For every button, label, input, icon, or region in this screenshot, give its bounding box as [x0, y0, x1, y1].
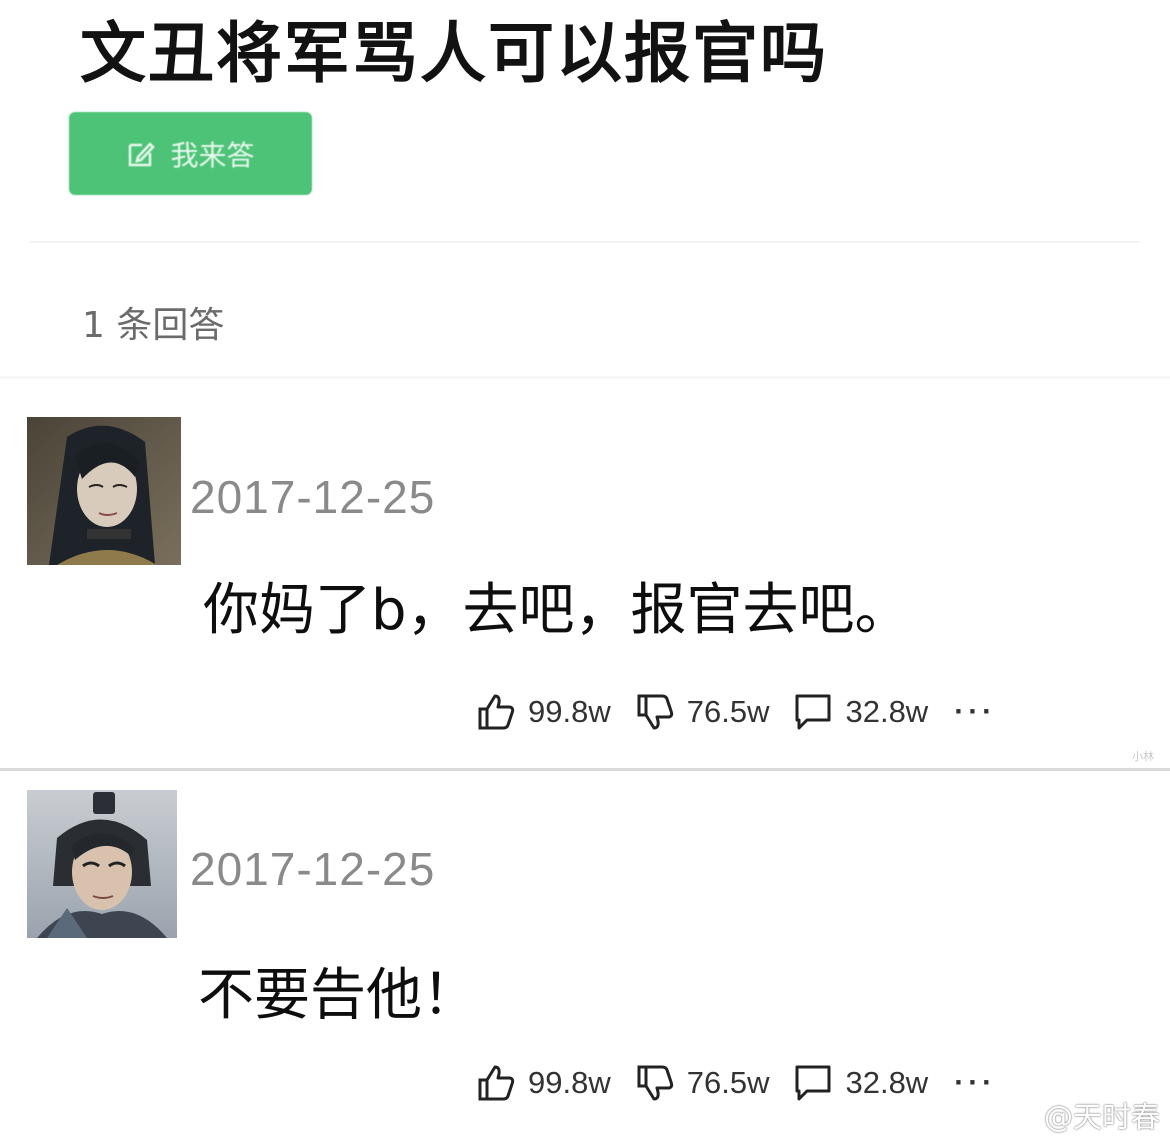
- answer-button[interactable]: 我来答: [69, 112, 312, 195]
- answer-button-label: 我来答: [170, 138, 255, 172]
- weibo-watermark: @天时春: [1000, 1094, 1160, 1136]
- avatar[interactable]: [27, 417, 181, 565]
- thumbs-up-icon: [478, 1065, 515, 1101]
- thumbs-down-icon: [637, 694, 673, 730]
- comment-icon: [795, 694, 831, 730]
- more-button[interactable]: ···: [954, 1066, 996, 1100]
- answer-separator: [0, 768, 1170, 771]
- answer-actions: 99.8w 76.5w 32.8w ···: [476, 690, 996, 734]
- dislike-button[interactable]: 76.5w: [635, 1063, 770, 1103]
- answer-text: 不要告他！: [198, 963, 478, 1028]
- weibo-handle: @天时春: [1044, 1100, 1161, 1134]
- comment-count: 32.8w: [845, 694, 929, 729]
- edit-icon: [129, 141, 156, 166]
- more-button[interactable]: ···: [954, 695, 996, 729]
- thumbs-up-icon: [478, 694, 515, 730]
- comment-count: 32.8w: [845, 1065, 929, 1100]
- answer-count: 1 条回答: [82, 305, 225, 346]
- dislike-count: 76.5w: [686, 694, 770, 729]
- comment-icon: [795, 1065, 831, 1101]
- weibo-logo-icon: [1001, 1101, 1038, 1131]
- dislike-button[interactable]: 76.5w: [635, 692, 770, 732]
- like-count: 99.8w: [528, 694, 611, 729]
- thumbs-down-icon: [637, 1065, 673, 1101]
- like-button[interactable]: 99.8w: [476, 692, 611, 732]
- comment-button[interactable]: 32.8w: [793, 692, 928, 732]
- avatar[interactable]: [27, 790, 177, 938]
- answer-text: 你妈了b，去吧，报官去吧。: [203, 578, 911, 643]
- divider: [30, 241, 1140, 243]
- answer-date: 2017-12-25: [190, 843, 436, 895]
- corner-watermark: 小林: [1132, 750, 1154, 763]
- like-count: 99.8w: [528, 1065, 611, 1100]
- question-title: 文丑将军骂人可以报官吗: [80, 15, 828, 92]
- like-button[interactable]: 99.8w: [476, 1063, 611, 1103]
- answer-date: 2017-12-25: [190, 471, 436, 523]
- dislike-count: 76.5w: [686, 1065, 770, 1100]
- divider: [0, 376, 1170, 379]
- answer-actions: 99.8w 76.5w 32.8w ···: [476, 1061, 996, 1105]
- comment-button[interactable]: 32.8w: [793, 1063, 928, 1103]
